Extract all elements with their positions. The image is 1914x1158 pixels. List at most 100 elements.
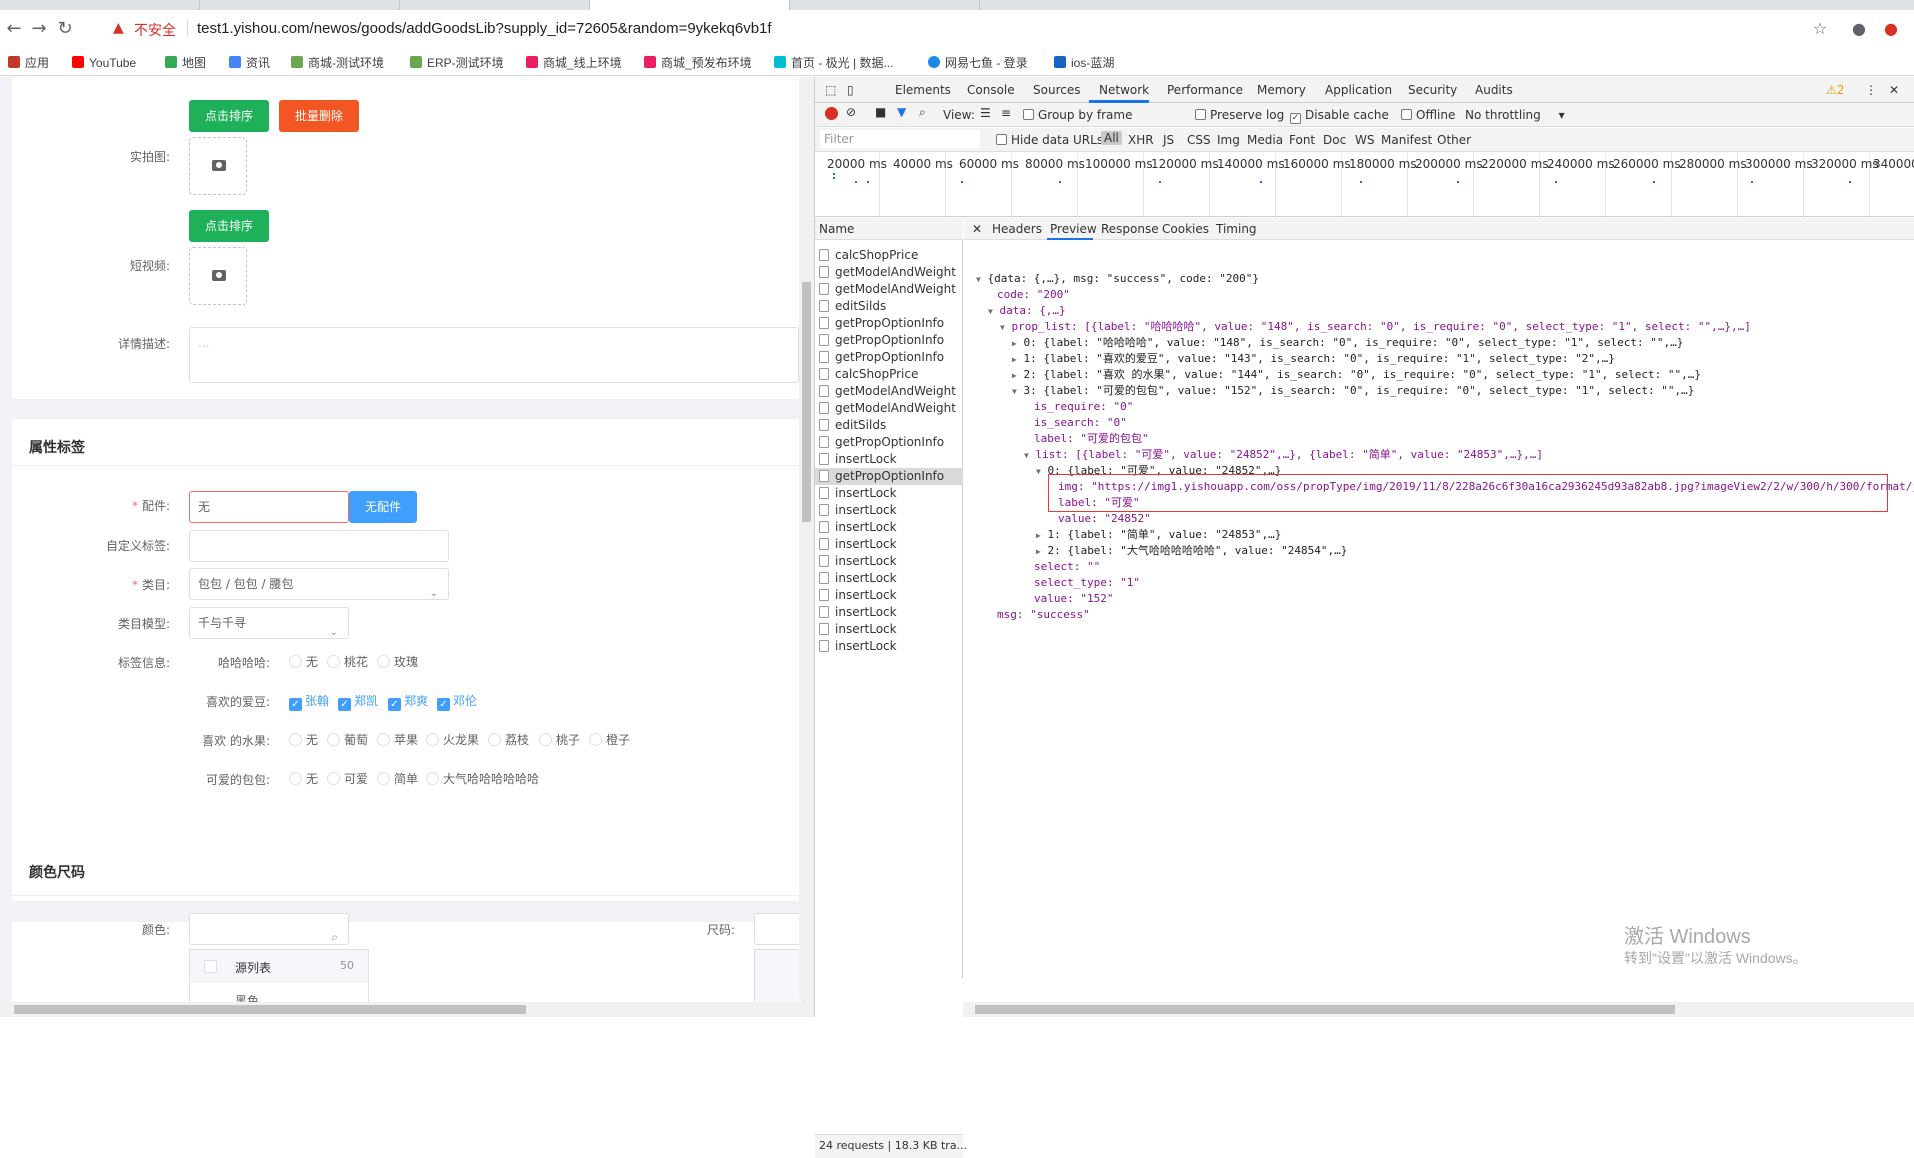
browser-tab[interactable] [200,0,400,10]
request-row[interactable]: insertLock [815,485,963,502]
bookmark-apps[interactable]: 应用 [8,54,49,72]
request-row[interactable]: editSilds [815,298,963,315]
filter-type-all[interactable]: All [1101,131,1122,145]
tab-timing[interactable]: Timing [1216,222,1257,236]
batch-delete-button[interactable]: 批量删除 [279,100,359,132]
request-row[interactable]: insertLock [815,604,963,621]
tab-preview[interactable]: Preview [1050,222,1097,236]
tab-audits[interactable]: Audits [1475,83,1513,97]
radio-option[interactable]: 大气哈哈哈哈哈哈 [426,772,539,786]
extension-icon[interactable]: ● [1880,18,1902,40]
json-root-line[interactable]: ▼ {data: {,…}, msg: "success", code: "20… [976,272,1259,286]
preserve-log-option[interactable]: Preserve log [1195,108,1284,122]
radio-option[interactable]: 荔枝 [488,733,529,747]
waterfall-view-icon[interactable]: ≡ [1001,106,1011,120]
radio-option[interactable]: 火龙果 [426,733,479,747]
profile-icon[interactable]: ● [1848,18,1870,40]
close-icon[interactable]: ✕ [1889,83,1899,97]
no-accessory-button[interactable]: 无配件 [349,491,417,523]
bookmark-mall-staging[interactable]: 商城_预发布环境 [644,54,752,72]
browser-tab[interactable] [400,0,590,10]
browser-tab[interactable] [790,0,980,10]
devtools-horizontal-scrollbar[interactable] [963,1002,1914,1017]
search-icon[interactable]: ⌕ [919,105,926,120]
tab-network[interactable]: Network [1099,83,1149,97]
radio-option[interactable]: 葡萄 [327,733,368,747]
request-row[interactable]: insertLock [815,553,963,570]
json-line[interactable]: ▼ prop_list: [{label: "哈哈哈哈", value: "14… [1000,320,1751,334]
disable-cache-option[interactable]: ✓ Disable cache [1290,108,1389,124]
network-overview-timeline[interactable]: 20000 ms 40000 ms 60000 ms 80000 ms 1000… [815,153,1914,217]
radio-option[interactable]: 无 [289,772,318,786]
request-row[interactable]: insertLock [815,502,963,519]
request-row[interactable]: getModelAndWeight [815,264,963,281]
filter-type-manifest[interactable]: Manifest [1381,133,1432,147]
hide-data-urls-option[interactable]: Hide data URLs [996,133,1103,147]
url-text[interactable]: test1.yishou.com/newos/goods/addGoodsLib… [197,20,772,37]
clear-icon[interactable]: ⊘ [846,105,856,119]
group-by-frame-option[interactable]: Group by frame [1023,108,1132,122]
photo-upload[interactable] [189,137,247,195]
page-horizontal-scrollbar[interactable] [0,1002,814,1017]
radio-option[interactable]: 苹果 [377,733,418,747]
tab-memory[interactable]: Memory [1257,83,1306,97]
page-vertical-scrollbar[interactable] [799,77,814,999]
video-upload[interactable] [189,247,247,305]
tab-application[interactable]: Application [1325,83,1392,97]
filter-type-doc[interactable]: Doc [1323,133,1346,147]
json-line[interactable]: ▼ data: {,…} [988,304,1066,318]
request-row[interactable]: getModelAndWeight [815,383,963,400]
inspect-icon[interactable]: ⬚ [825,83,836,97]
checkbox-icon[interactable] [204,960,217,973]
more-icon[interactable]: ⋮ [1865,83,1877,97]
json-line[interactable]: ▶ 1: {label: "喜欢的爱豆", value: "143", is_s… [1012,352,1615,366]
filter-type-font[interactable]: Font [1289,133,1315,147]
browser-tab[interactable] [0,0,200,10]
size-search-input[interactable] [754,913,804,945]
request-row[interactable]: getPropOptionInfo [815,332,963,349]
request-row[interactable]: getPropOptionInfo [815,434,963,451]
tab-console[interactable]: Console [967,83,1015,97]
bookmark-jiguang[interactable]: 首页 - 极光 | 数据... [774,54,893,72]
tab-sources[interactable]: Sources [1033,83,1080,97]
custom-tag-input[interactable] [189,530,449,562]
filter-type-ws[interactable]: WS [1355,133,1374,147]
checkbox-option[interactable]: ✓ 邓伦 [437,694,477,711]
filter-input[interactable]: Filter [820,130,980,148]
warning-icon[interactable]: ⚠2 [1826,83,1844,97]
bookmark-youtube[interactable]: YouTube [72,54,136,72]
request-row[interactable]: editSilds [815,417,963,434]
json-line[interactable]: ▶ 2: {label: "大气哈哈哈哈哈哈", value: "24854",… [1036,544,1347,558]
radio-option[interactable]: 玫瑰 [377,655,418,669]
filter-type-css[interactable]: CSS [1187,133,1211,147]
tab-headers[interactable]: Headers [992,222,1042,236]
bookmark-lanhu[interactable]: ios-蓝湖 [1054,54,1114,72]
bookmark-mall-online[interactable]: 商城_线上环境 [526,54,622,72]
sort-button[interactable]: 点击排序 [189,100,269,132]
tab-security[interactable]: Security [1408,83,1457,97]
request-row[interactable]: getPropOptionInfo [815,315,963,332]
request-row[interactable]: insertLock [815,519,963,536]
checkbox-option[interactable]: ✓ 张翰 [289,694,329,711]
back-icon[interactable]: ← [3,18,25,40]
bookmark-erp-test[interactable]: ERP-测试环境 [410,54,504,72]
tab-response[interactable]: Response [1101,222,1159,236]
request-row[interactable]: insertLock [815,587,963,604]
bookmark-maps[interactable]: 地图 [165,54,206,72]
request-row[interactable]: insertLock [815,570,963,587]
list-view-icon[interactable]: ☰ [980,106,991,120]
throttling-select[interactable]: No throttling ▾ [1465,108,1565,122]
request-row[interactable]: calcShopPrice [815,247,963,264]
offline-option[interactable]: Offline [1401,108,1455,122]
browser-tab-active[interactable] [590,0,790,10]
category-model-select[interactable]: 千与千寻 ⌄ [189,607,349,639]
radio-option[interactable]: 桃花 [327,655,368,669]
tab-performance[interactable]: Performance [1167,83,1243,97]
bookmark-news[interactable]: 资讯 [229,54,270,72]
request-row[interactable]: getModelAndWeight [815,400,963,417]
camera-icon[interactable]: ■ [875,105,886,119]
radio-option[interactable]: 无 [289,655,318,669]
json-line[interactable]: ▶ 0: {label: "哈哈哈哈", value: "148", is_se… [1012,336,1683,350]
radio-option[interactable]: 无 [289,733,318,747]
reload-icon[interactable]: ↻ [54,18,76,40]
